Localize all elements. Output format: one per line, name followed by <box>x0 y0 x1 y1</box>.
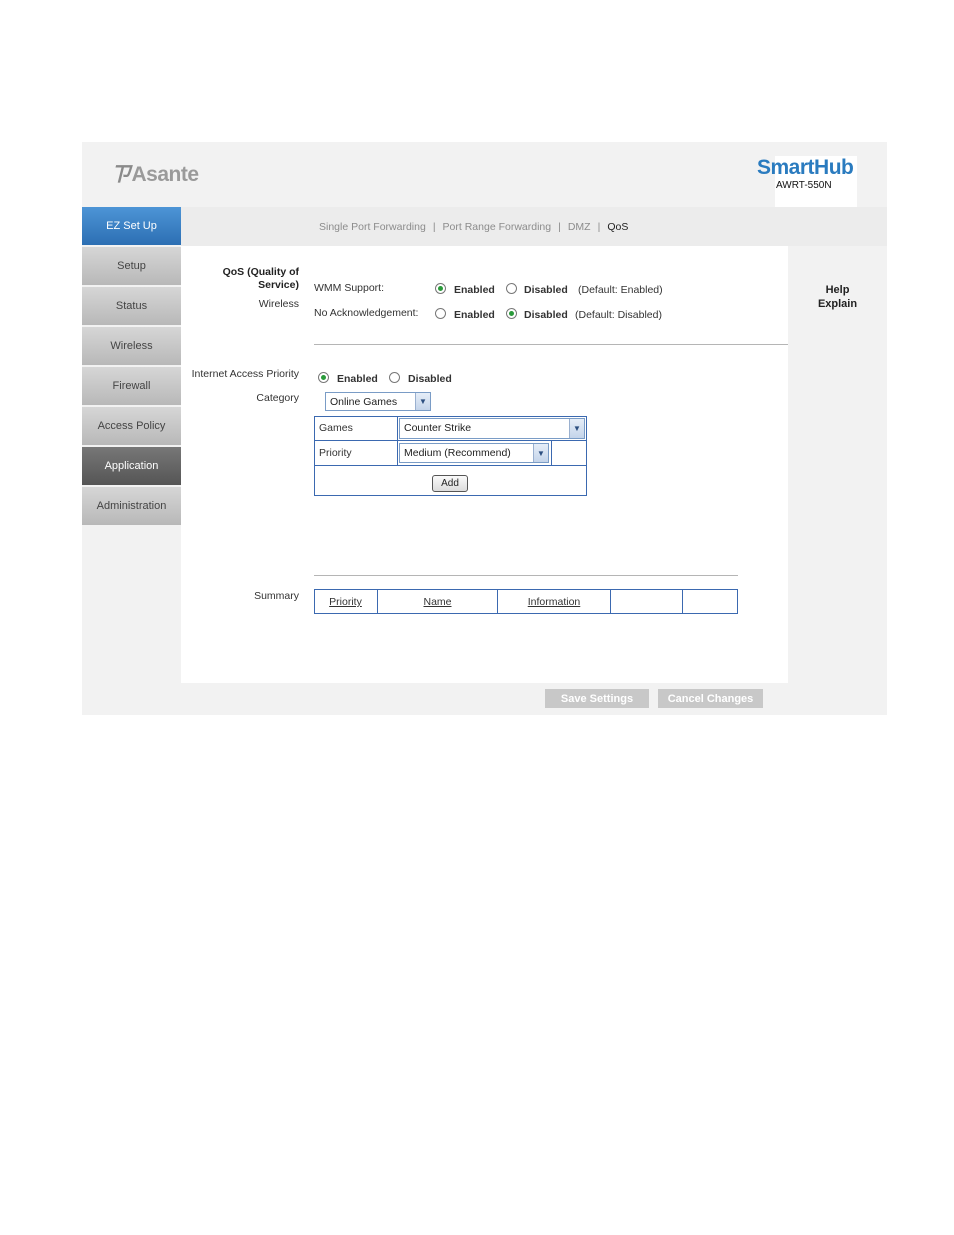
tab-separator: | <box>558 221 561 233</box>
sidebar-item-label: Access Policy <box>97 420 166 432</box>
tab-single-port-forwarding[interactable]: Single Port Forwarding <box>319 221 426 233</box>
help-title: Help Explain <box>788 283 887 311</box>
sidebar-item-setup[interactable]: Setup <box>82 247 181 285</box>
table-col-divider <box>397 416 398 465</box>
chevron-down-icon: ▼ <box>569 419 584 438</box>
qos-section-label: QoS (Quality of Service) <box>190 266 299 292</box>
add-button[interactable]: Add <box>432 475 468 492</box>
sidebar: EZ Set Up Setup Status Wireless Firewall… <box>82 207 181 527</box>
priority-disabled-label: Disabled <box>408 373 452 385</box>
sidebar-item-label: Firewall <box>112 380 151 392</box>
wmm-enabled-label: Enabled <box>454 284 495 296</box>
table-col-divider <box>682 589 683 614</box>
category-select-value: Online Games <box>330 396 398 408</box>
chevron-down-icon: ▼ <box>533 444 548 462</box>
explain-label: Explain <box>817 298 858 310</box>
sidebar-item-label: EZ Set Up <box>106 220 157 232</box>
noack-enabled-radio[interactable] <box>435 308 446 319</box>
sidebar-item-label: Wireless <box>110 340 153 352</box>
tab-separator: | <box>597 221 601 233</box>
summary-label: Summary <box>254 590 299 602</box>
sidebar-item-label: Administration <box>96 500 167 512</box>
table-col-divider <box>610 589 611 614</box>
product-name: SmartHub <box>757 156 854 179</box>
save-settings-button[interactable]: Save Settings <box>545 689 649 708</box>
summary-divider <box>314 575 738 576</box>
wmm-label: WMM Support: <box>314 282 385 294</box>
section-divider <box>314 344 788 345</box>
sidebar-item-access-policy[interactable]: Access Policy <box>82 407 181 445</box>
asante-logo-icon: ㄗ <box>110 163 131 186</box>
noack-disabled-radio[interactable] <box>506 308 517 319</box>
wmm-enabled-radio[interactable] <box>435 283 446 294</box>
noack-enabled-label: Enabled <box>454 309 495 321</box>
tab-links: Single Port Forwarding | Port Range Forwar… <box>319 221 628 233</box>
priority-select[interactable]: Medium (Recommend) ▼ <box>399 443 549 463</box>
table-row-divider <box>314 440 587 441</box>
noack-label: No Acknowledgement: <box>314 307 419 319</box>
games-label: Games <box>319 422 353 434</box>
help-column <box>788 246 887 683</box>
summary-col-information[interactable]: Information <box>498 596 610 608</box>
qos-label-line1: QoS (Quality of <box>222 266 299 278</box>
noack-default-note: (Default: Disabled) <box>575 309 662 321</box>
tab-separator: | <box>432 221 436 233</box>
category-select[interactable]: Online Games ▼ <box>325 392 431 411</box>
brand-name: Asante <box>131 163 200 186</box>
wireless-label: Wireless <box>258 298 299 310</box>
sidebar-item-application[interactable]: Application <box>82 447 181 485</box>
noack-disabled-label: Disabled <box>524 309 568 321</box>
table-col-divider <box>551 440 552 465</box>
sidebar-item-firewall[interactable]: Firewall <box>82 367 181 405</box>
summary-col-priority[interactable]: Priority <box>314 596 377 608</box>
asante-logo: ㄗAsante <box>110 158 199 188</box>
help-label: Help <box>825 284 850 296</box>
table-row-divider <box>314 465 587 466</box>
category-label: Category <box>256 392 299 404</box>
tab-dmz[interactable]: DMZ <box>568 221 591 233</box>
cancel-changes-button[interactable]: Cancel Changes <box>658 689 763 708</box>
priority-enabled-radio[interactable] <box>318 372 329 383</box>
sidebar-item-administration[interactable]: Administration <box>82 487 181 525</box>
priority-label: Priority <box>319 447 352 459</box>
summary-col-name[interactable]: Name <box>378 596 497 608</box>
sidebar-item-status[interactable]: Status <box>82 287 181 325</box>
wmm-disabled-label: Disabled <box>524 284 568 296</box>
games-select[interactable]: Counter Strike ▼ <box>399 418 585 439</box>
product-model: AWRT-550N <box>776 180 832 191</box>
priority-enabled-label: Enabled <box>337 373 378 385</box>
tab-qos[interactable]: QoS <box>607 221 628 233</box>
wmm-disabled-radio[interactable] <box>506 283 517 294</box>
chevron-down-icon: ▼ <box>415 393 430 410</box>
sidebar-item-label: Setup <box>117 260 146 272</box>
priority-disabled-radio[interactable] <box>389 372 400 383</box>
games-select-value: Counter Strike <box>404 422 472 434</box>
priority-select-value: Medium (Recommend) <box>404 447 511 459</box>
qos-label-line2: Service) <box>258 279 299 291</box>
internet-priority-label: Internet Access Priority <box>191 368 299 380</box>
sidebar-item-wireless[interactable]: Wireless <box>82 327 181 365</box>
wmm-default-note: (Default: Enabled) <box>578 284 663 296</box>
sidebar-item-label: Application <box>104 460 159 472</box>
tab-port-range-forwarding[interactable]: Port Range Forwarding <box>443 221 552 233</box>
sidebar-item-label: Status <box>115 300 148 312</box>
sidebar-item-ez-setup[interactable]: EZ Set Up <box>82 207 181 245</box>
